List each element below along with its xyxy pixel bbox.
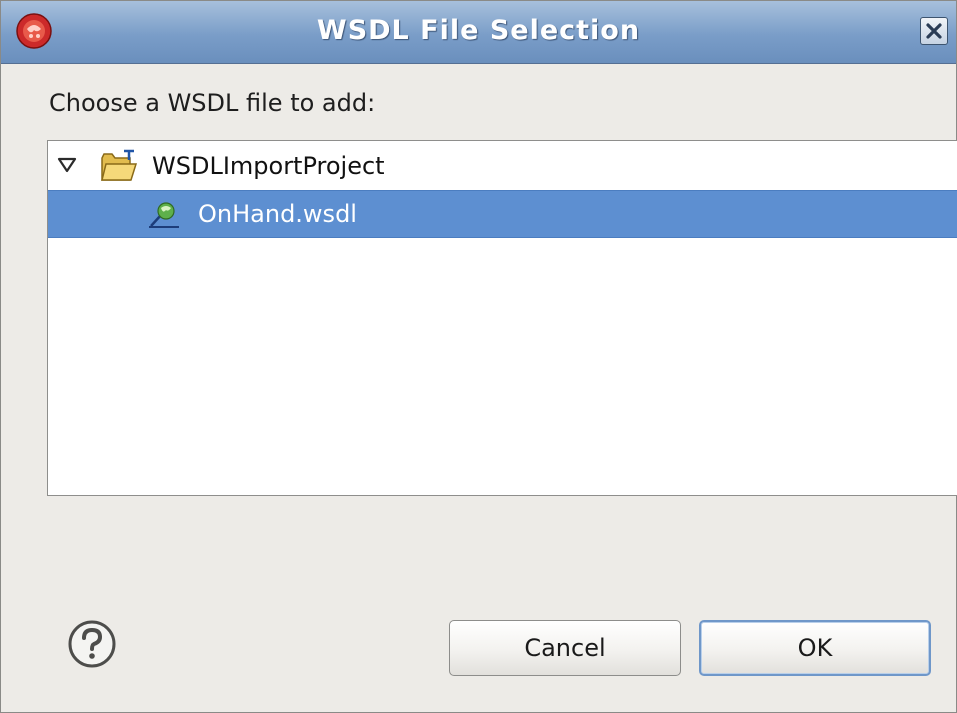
project-folder-icon xyxy=(101,149,138,181)
wsdl-file-icon xyxy=(149,202,179,228)
tree-item-wsdl-file[interactable]: OnHand.wsdl xyxy=(48,190,957,238)
help-icon[interactable] xyxy=(67,619,117,669)
prompt-label: Choose a WSDL file to add: xyxy=(49,89,376,117)
window-title: WSDL File Selection xyxy=(316,15,641,46)
dialog-window: WSDL File Selection Choose a WSDL file t… xyxy=(0,0,957,713)
tree-item-label: OnHand.wsdl xyxy=(198,200,357,228)
ok-button[interactable]: OK xyxy=(699,620,931,676)
expand-arrow-icon[interactable] xyxy=(56,155,78,175)
close-button[interactable] xyxy=(920,17,948,45)
tree-item-label: WSDLImportProject xyxy=(152,152,385,180)
cancel-button[interactable]: Cancel xyxy=(449,620,681,676)
close-icon xyxy=(926,23,942,39)
wsdl-file-tree[interactable]: WSDLImportProject OnHand.wsdl xyxy=(47,140,957,496)
tree-item-project[interactable]: WSDLImportProject xyxy=(48,142,957,190)
title-bar[interactable]: WSDL File Selection xyxy=(1,1,956,64)
